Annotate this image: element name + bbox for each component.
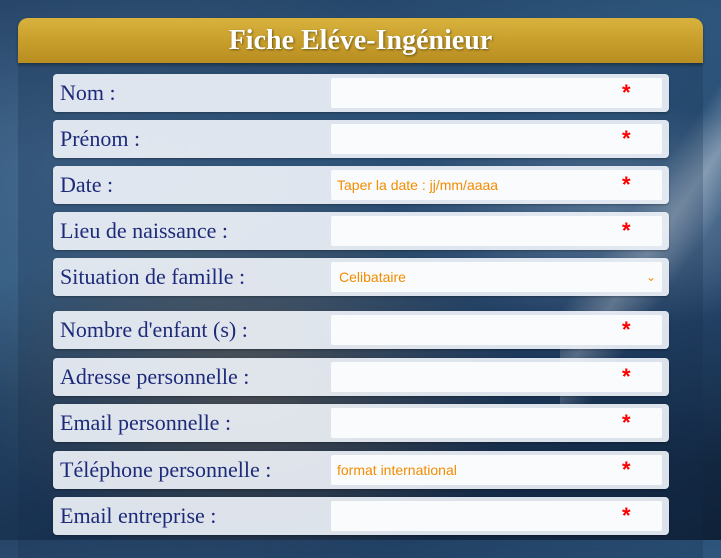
form-title: Fiche Eléve-Ingénieur — [228, 25, 493, 56]
field-row-adresse: Adresse personnelle : * — [53, 358, 669, 396]
required-indicator: * — [622, 317, 631, 342]
telephone-input[interactable] — [331, 455, 662, 485]
required-indicator: * — [622, 364, 631, 389]
email-entreprise-input[interactable] — [331, 501, 662, 531]
situation-famille-value: Celibataire — [339, 269, 406, 285]
required-indicator: * — [622, 126, 631, 151]
date-input[interactable] — [331, 170, 662, 200]
required-indicator: * — [622, 172, 631, 197]
lieu-naissance-input[interactable] — [331, 216, 662, 246]
email-personnel-input[interactable] — [331, 408, 662, 438]
nom-input[interactable] — [331, 78, 662, 108]
adresse-input[interactable] — [331, 362, 662, 392]
required-indicator: * — [622, 80, 631, 105]
field-row-telephone: Téléphone personnelle : * — [53, 451, 669, 489]
field-row-prenom: Prénom : * — [53, 120, 669, 158]
situation-famille-label: Situation de famille : — [60, 264, 246, 289]
email-entreprise-label: Email entreprise : — [60, 503, 217, 528]
field-row-nombre-enfants: Nombre d'enfant (s) : * — [53, 311, 669, 349]
prenom-input[interactable] — [331, 124, 662, 154]
required-indicator: * — [622, 503, 631, 528]
required-indicator: * — [622, 410, 631, 435]
nombre-enfants-input[interactable] — [331, 315, 662, 345]
field-row-email-personnel: Email personnelle : * — [53, 404, 669, 442]
field-row-nom: Nom : * — [53, 74, 669, 112]
required-indicator: * — [622, 218, 631, 243]
date-label: Date : — [60, 172, 114, 197]
nombre-enfants-label: Nombre d'enfant (s) : — [60, 317, 248, 342]
field-row-situation-famille: Situation de famille : Celibataire ⌄ — [53, 258, 669, 296]
lieu-naissance-label: Lieu de naissance : — [60, 218, 228, 243]
field-row-email-entreprise: Email entreprise : * — [53, 497, 669, 535]
adresse-label: Adresse personnelle : — [60, 364, 250, 389]
field-row-lieu-naissance: Lieu de naissance : * — [53, 212, 669, 250]
situation-famille-select[interactable]: Celibataire ⌄ — [331, 262, 662, 292]
telephone-label: Téléphone personnelle : — [60, 457, 272, 482]
prenom-label: Prénom : — [60, 126, 141, 151]
email-personnel-label: Email personnelle : — [60, 410, 232, 435]
nom-label: Nom : — [60, 80, 116, 105]
field-row-date: Date : * — [53, 166, 669, 204]
form-header: Fiche Eléve-Ingénieur — [18, 18, 703, 63]
required-indicator: * — [622, 457, 631, 482]
chevron-down-icon: ⌄ — [645, 270, 656, 284]
